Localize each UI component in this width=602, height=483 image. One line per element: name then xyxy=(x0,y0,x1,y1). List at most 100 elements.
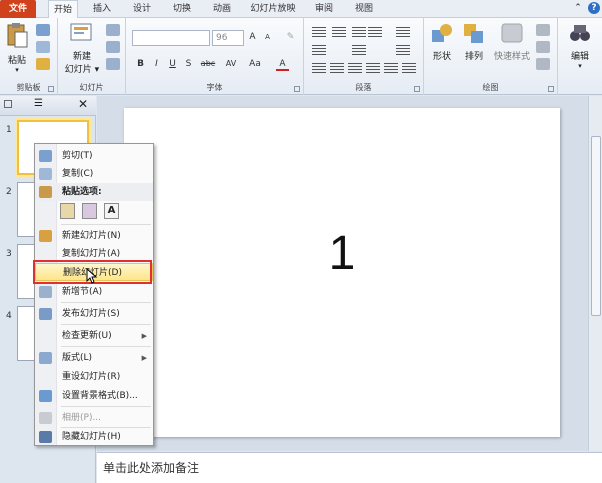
tab-transitions[interactable]: 切换 xyxy=(168,0,196,18)
columns-icon[interactable] xyxy=(402,63,416,73)
menu-item-add-section[interactable]: 新增节(A) xyxy=(35,283,153,301)
menu-item-copy[interactable]: 复制(C) xyxy=(35,165,153,183)
context-menu: 剪切(T) 复制(C) 粘贴选项: A 新建幻灯片(N) 复制幻灯片(A) 删除… xyxy=(34,143,154,446)
tab-design[interactable]: 设计 xyxy=(128,0,156,18)
ribbon: 粘贴 ▾ 剪贴板 新建 幻灯片 ▾ 幻灯片 96 A A ✎ B I U S a… xyxy=(0,18,602,95)
layout-icon[interactable] xyxy=(106,24,120,36)
new-slide-icon xyxy=(70,23,92,41)
menu-item-publish-slides[interactable]: 发布幻灯片(S) xyxy=(35,305,153,323)
grow-font-button[interactable]: A xyxy=(246,32,259,42)
menu-item-cut[interactable]: 剪切(T) xyxy=(35,147,153,165)
submenu-arrow-icon: ▶ xyxy=(141,354,147,362)
char-spacing-button[interactable]: AV xyxy=(222,59,240,68)
menu-item-reset-slide[interactable]: 重设幻灯片(R) xyxy=(35,368,153,386)
group-label-slides: 幻灯片 xyxy=(79,83,104,92)
notes-placeholder: 单击此处添加备注 xyxy=(103,461,200,475)
format-background-icon xyxy=(39,390,52,402)
tab-insert[interactable]: 插入 xyxy=(88,0,116,18)
align-center-icon[interactable] xyxy=(330,63,344,73)
group-drawing: 形状 排列 快速样式 绘图 xyxy=(424,18,558,95)
paste-button[interactable]: 粘贴 ▾ xyxy=(3,22,31,74)
align-right-icon[interactable] xyxy=(348,63,362,73)
outline-tab-icon[interactable]: ☰ xyxy=(34,98,43,109)
font-color-button[interactable]: A xyxy=(276,59,289,71)
align-text-icon[interactable] xyxy=(352,45,366,55)
justify-icon[interactable] xyxy=(366,63,380,73)
group-label-drawing: 绘图 xyxy=(482,83,499,92)
menu-item-check-updates[interactable]: 检查更新(U) ▶ xyxy=(35,327,153,345)
smartart-icon[interactable] xyxy=(396,45,410,55)
paste-keep-source-format-icon[interactable] xyxy=(82,203,97,219)
tab-view[interactable]: 视图 xyxy=(350,0,378,18)
hide-slide-icon xyxy=(39,431,52,443)
close-icon[interactable]: ✕ xyxy=(78,97,88,111)
font-launcher-icon[interactable] xyxy=(294,86,300,92)
arrange-button[interactable]: 排列 xyxy=(460,22,488,62)
menu-item-photo-album: 相册(P)... xyxy=(35,409,153,427)
paragraph-launcher-icon[interactable] xyxy=(414,86,420,92)
scissors-icon xyxy=(39,150,52,162)
shapes-button[interactable]: 形状 xyxy=(428,22,456,62)
help-icon[interactable]: ? xyxy=(588,2,600,14)
italic-button[interactable]: I xyxy=(150,59,163,69)
tab-animations[interactable]: 动画 xyxy=(208,0,236,18)
line-spacing-icon[interactable] xyxy=(396,27,410,37)
ribbon-tab-bar: 文件 开始 插入 设计 切换 动画 幻灯片放映 审阅 视图 ⌃ ? xyxy=(0,0,602,19)
menu-paste-options-header: 粘贴选项: xyxy=(35,183,153,201)
slide-canvas[interactable]: 1 xyxy=(124,108,560,437)
menu-item-layout[interactable]: 版式(L) ▶ xyxy=(35,349,153,367)
tab-slideshow[interactable]: 幻灯片放映 xyxy=(245,0,301,18)
quick-styles-button[interactable]: 快速样式 xyxy=(492,22,532,62)
menu-item-hide-slide[interactable]: 隐藏幻灯片(H) xyxy=(35,428,153,446)
binoculars-icon xyxy=(570,25,590,41)
new-slide-button[interactable]: 新建 幻灯片 ▾ xyxy=(62,22,102,75)
tab-home[interactable]: 开始 xyxy=(48,0,78,19)
distribute-icon[interactable] xyxy=(384,63,398,73)
format-painter-icon[interactable] xyxy=(36,58,50,70)
submenu-arrow-icon: ▶ xyxy=(141,332,147,340)
vertical-scrollbar[interactable] xyxy=(588,96,602,451)
mouse-cursor-icon xyxy=(86,268,98,284)
paste-keep-text-only-icon[interactable]: A xyxy=(104,203,119,219)
scrollbar-thumb[interactable] xyxy=(591,136,601,316)
font-name-combo[interactable] xyxy=(132,30,210,46)
bullets-icon[interactable] xyxy=(312,27,326,37)
clear-format-icon[interactable]: ✎ xyxy=(284,32,297,42)
minimize-ribbon-icon[interactable]: ⌃ xyxy=(572,2,584,14)
copy-icon xyxy=(39,168,52,180)
text-direction-icon[interactable] xyxy=(312,45,326,55)
font-size-combo[interactable]: 96 xyxy=(212,30,244,46)
numbering-icon[interactable] xyxy=(332,27,346,37)
bold-button[interactable]: B xyxy=(134,59,147,69)
increase-indent-icon[interactable] xyxy=(368,27,382,37)
copy-icon[interactable] xyxy=(36,41,50,53)
strikethrough-button[interactable]: abc xyxy=(197,59,219,68)
decrease-indent-icon[interactable] xyxy=(352,27,366,37)
section-icon[interactable] xyxy=(106,58,120,70)
shrink-font-button[interactable]: A xyxy=(261,33,274,41)
cut-icon[interactable] xyxy=(36,24,50,36)
change-case-button[interactable]: Aa xyxy=(246,59,264,69)
shape-outline-icon[interactable] xyxy=(536,41,550,53)
align-left-icon[interactable] xyxy=(312,63,326,73)
thumb-number: 2 xyxy=(6,187,12,197)
menu-item-format-background[interactable]: 设置背景格式(B)... xyxy=(35,387,153,405)
clipboard-launcher-icon[interactable] xyxy=(48,86,54,92)
tab-review[interactable]: 审阅 xyxy=(310,0,338,18)
thumb-number: 4 xyxy=(6,311,12,321)
slide-editor: 1 xyxy=(97,96,588,451)
shape-effects-icon[interactable] xyxy=(536,58,550,70)
editing-button[interactable]: 编辑 ▾ xyxy=(564,22,596,70)
slides-tab-icon[interactable] xyxy=(4,100,12,108)
menu-item-new-slide[interactable]: 新建幻灯片(N) xyxy=(35,227,153,245)
drawing-launcher-icon[interactable] xyxy=(548,86,554,92)
paste-use-destination-theme-icon[interactable] xyxy=(60,203,75,219)
thumb-number: 3 xyxy=(6,249,12,259)
underline-button[interactable]: U xyxy=(166,59,179,69)
slide-text[interactable]: 1 xyxy=(124,226,560,281)
notes-pane[interactable]: 单击此处添加备注 xyxy=(97,452,602,483)
tab-file[interactable]: 文件 xyxy=(0,0,36,18)
shape-fill-icon[interactable] xyxy=(536,24,550,36)
shadow-s-button[interactable]: S xyxy=(182,59,195,69)
reset-icon[interactable] xyxy=(106,41,120,53)
